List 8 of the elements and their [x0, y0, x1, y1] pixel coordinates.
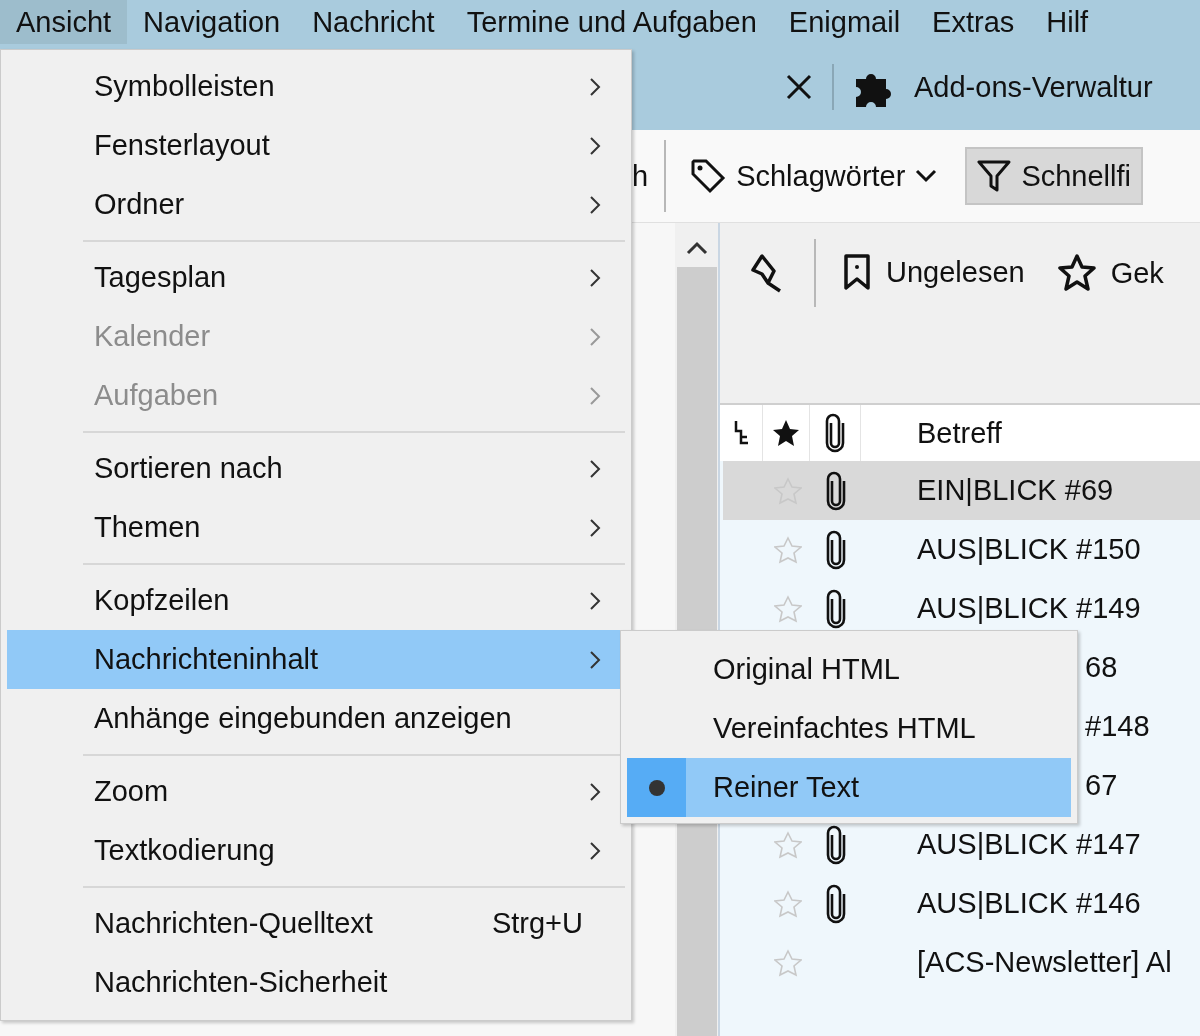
subject-text: AUS|BLICK #147 [917, 828, 1141, 861]
subject-text: EIN|BLICK #69 [917, 474, 1114, 507]
subject-text: AUS|BLICK #150 [917, 533, 1141, 566]
subject-text: AUS|BLICK #146 [917, 887, 1141, 920]
shortcut-text: Strg+U [491, 907, 583, 940]
subject-text: [ACS-Newsletter] Al [917, 946, 1172, 979]
toolbar-label: h [632, 159, 649, 193]
subject-text: AUS|BLICK #149 [917, 592, 1141, 625]
